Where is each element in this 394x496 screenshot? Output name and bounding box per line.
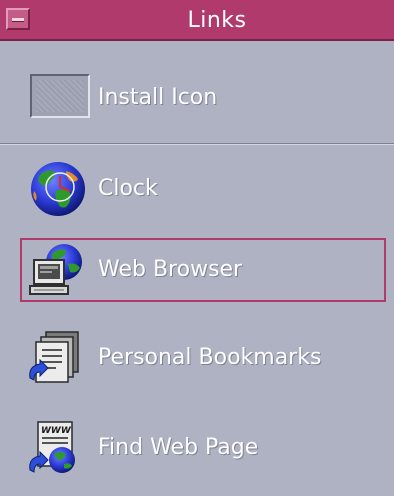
svg-text:WWW: WWW: [41, 426, 72, 436]
find-web-page-label: Find Web Page: [98, 435, 259, 460]
install-icon-item[interactable]: Install Icon: [20, 66, 386, 130]
web-browser-icon: [29, 244, 82, 295]
bookmarks-icon: [29, 331, 79, 383]
find-web-page-item[interactable]: WWW Find Web Page: [20, 416, 386, 480]
clock-globe-icon: [31, 162, 85, 216]
install-drop-target-icon[interactable]: [30, 74, 90, 118]
personal-bookmarks-label: Personal Bookmarks: [98, 345, 322, 370]
title-bar[interactable]: Links: [0, 0, 394, 41]
web-browser-item[interactable]: Web Browser: [20, 238, 386, 302]
personal-bookmarks-item[interactable]: Personal Bookmarks: [20, 326, 386, 390]
separator: [0, 143, 394, 145]
window-title: Links: [187, 8, 247, 33]
find-web-page-icon: WWW: [29, 421, 75, 473]
minus-icon: [12, 18, 24, 22]
clock-item[interactable]: Clock: [20, 157, 386, 221]
clock-label: Clock: [98, 176, 158, 201]
web-browser-label: Web Browser: [98, 257, 243, 282]
window-menu-button[interactable]: [6, 8, 30, 30]
links-subpanel: Links Install Icon Clock Web Browser Per…: [0, 0, 394, 496]
install-icon-label: Install Icon: [98, 85, 218, 110]
